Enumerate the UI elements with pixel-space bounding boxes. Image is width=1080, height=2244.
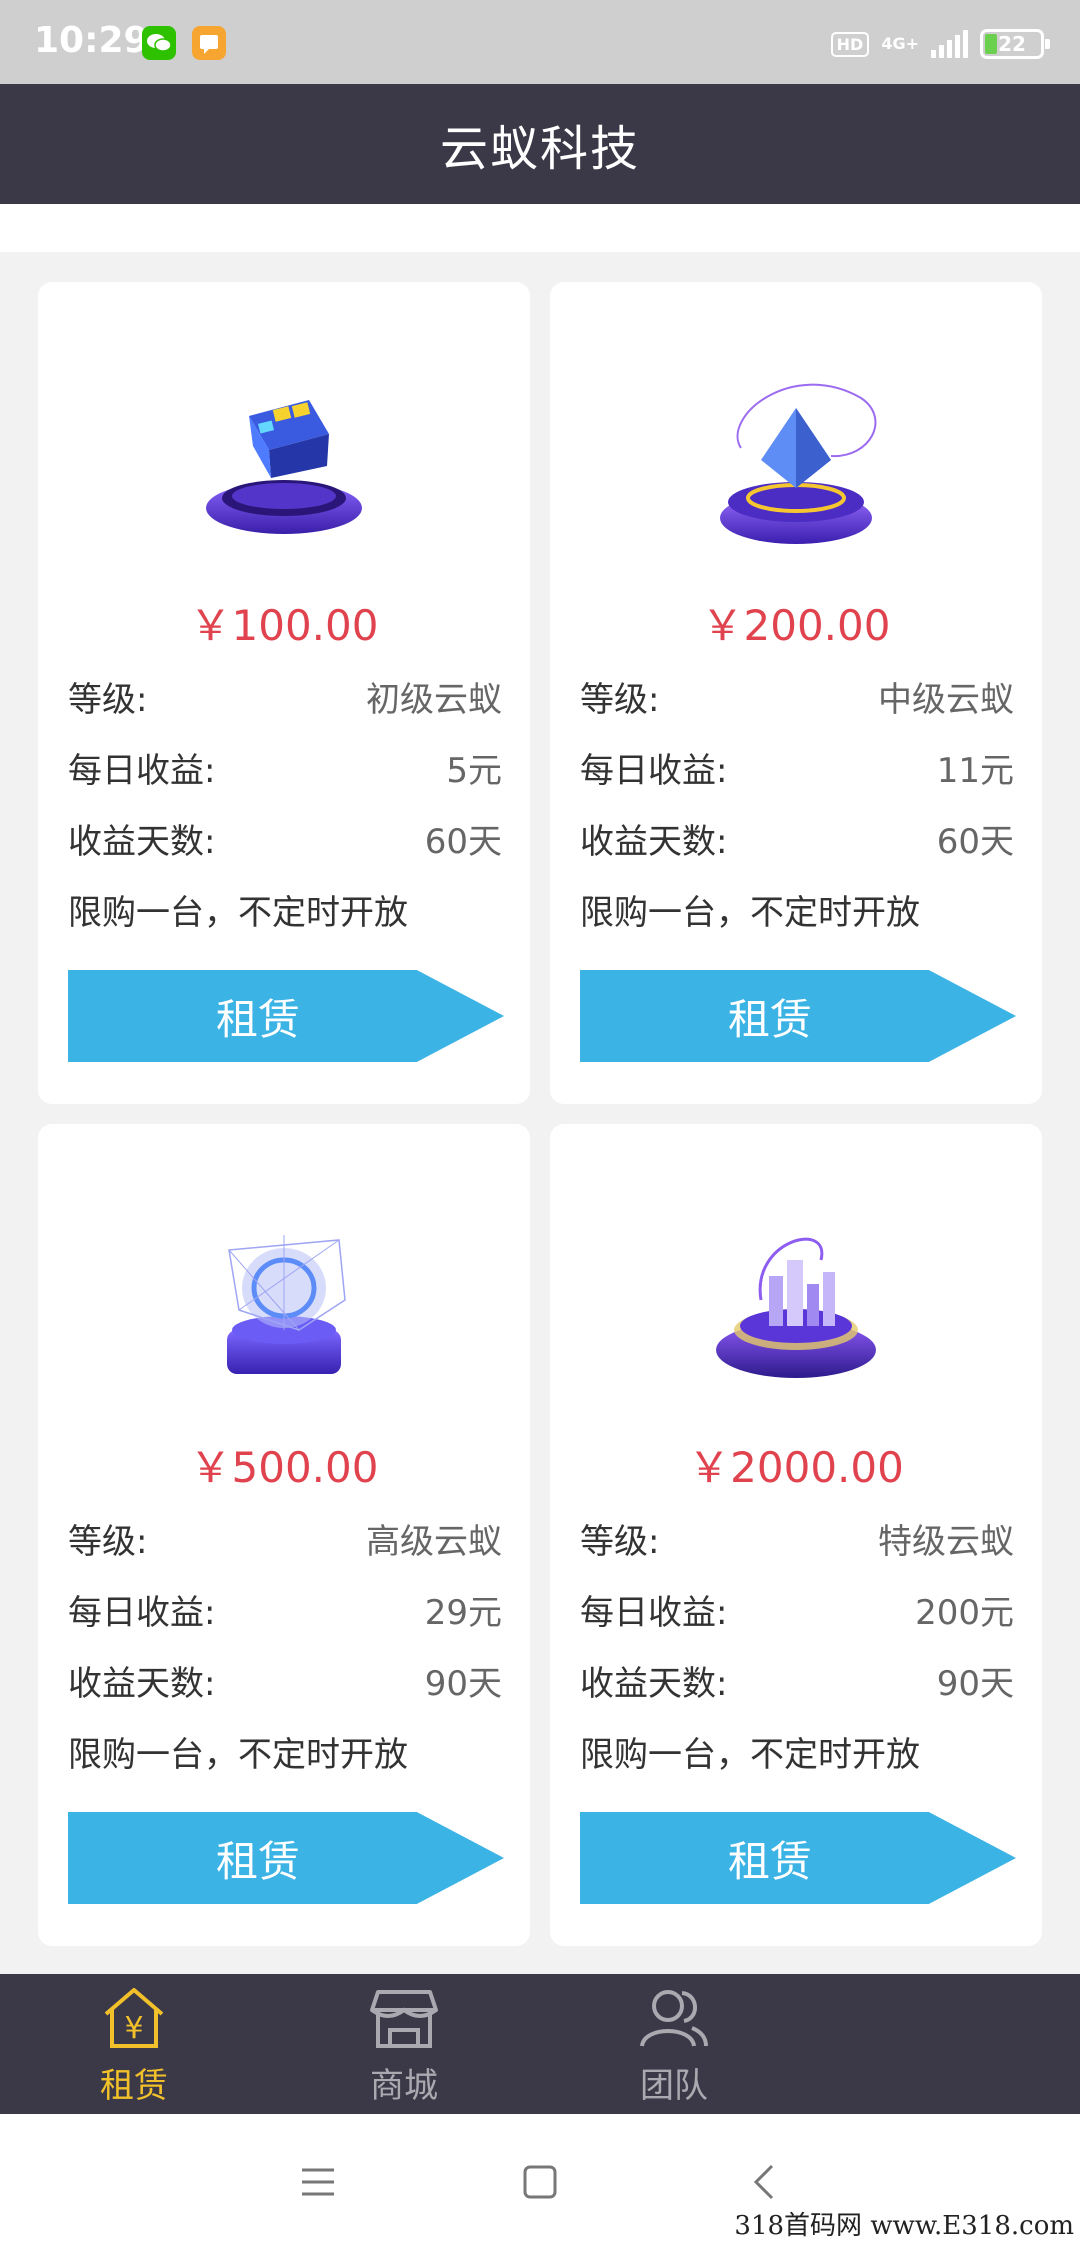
daily-income-label: 每日收益: [68,751,216,791]
purchase-limit-note: 限购一台，不定时开放 [68,1735,408,1775]
daily-income-label: 每日收益: [580,751,728,791]
level-row: 等级: 特级云蚁 [580,1514,1014,1563]
network-type: 4G+ [881,34,919,53]
hd-badge: HD [830,31,870,57]
rent-button-label: 租赁 [727,994,812,1044]
product-card: ￥500.00 等级: 高级云蚁 每日收益: 29元 收益天数: 90天 限购一… [38,1124,530,1946]
back-icon[interactable] [736,2152,796,2212]
income-days-value: 90天 [936,1664,1014,1704]
daily-income-value: 5元 [446,751,502,791]
level-value: 特级云蚁 [878,1522,1014,1562]
rent-button-label: 租赁 [215,994,300,1044]
purchase-limit-note: 限购一台，不定时开放 [580,1735,920,1775]
tab-rent-label: 租赁 [100,2066,168,2106]
level-value: 中级云蚁 [878,680,1014,720]
wechat-icon [142,26,176,60]
income-days-label: 收益天数: [580,1664,728,1704]
income-days-row: 收益天数: 60天 [68,814,502,863]
product-card: ￥2000.00 等级: 特级云蚁 每日收益: 200元 收益天数: 90天 限… [550,1124,1042,1946]
income-days-row: 收益天数: 90天 [68,1656,502,1705]
daily-income-value: 11元 [936,751,1014,791]
income-days-value: 90天 [424,1664,502,1704]
page-title: 云蚁科技 [439,121,640,177]
store-icon [370,1990,438,2048]
level-label: 等级: [580,680,660,720]
product-price: ￥200.00 [701,601,891,650]
daily-income-row: 每日收益: 11元 [580,743,1014,792]
daily-income-row: 每日收益: 29元 [68,1585,502,1634]
house-yen-icon: ¥ [104,1988,164,2048]
battery-icon: 22 [980,29,1050,59]
level-label: 等级: [68,1522,148,1562]
level-label: 等级: [68,680,148,720]
purchase-limit-note: 限购一台，不定时开放 [68,893,408,933]
app-header: 云蚁科技 [0,84,1080,204]
tab-store[interactable]: 商城 [334,1984,474,2108]
status-bar: 10:29 HD 4G+ 22 [0,0,1080,84]
daily-income-value: 29元 [424,1593,502,1633]
daily-income-row: 每日收益: 5元 [68,743,502,792]
product-card: ￥100.00 等级: 初级云蚁 每日收益: 5元 收益天数: 60天 限购一台… [38,282,530,1104]
purchase-limit-note: 限购一台，不定时开放 [580,893,920,933]
level-value: 初级云蚁 [366,680,502,720]
rent-button[interactable]: 租赁 [68,970,504,1062]
product-price: ￥2000.00 [688,1443,904,1492]
income-days-row: 收益天数: 60天 [580,814,1014,863]
rent-button[interactable]: 租赁 [580,1812,1016,1904]
status-time: 10:29 [34,20,149,61]
header-spacer [0,204,1080,252]
income-days-value: 60天 [424,822,502,862]
bottom-tab-bar: ¥ 租赁 商城 团队 [0,1974,1080,2114]
cube-platform-icon [206,400,362,534]
signal-icon [931,30,968,58]
product-price: ￥500.00 [189,1443,379,1492]
product-card: ￥200.00 等级: 中级云蚁 每日收益: 11元 收益天数: 60天 限购一… [550,282,1042,1104]
menu-icon[interactable] [288,2152,348,2212]
income-days-label: 收益天数: [68,1664,216,1704]
income-days-label: 收益天数: [68,822,216,862]
tab-team-label: 团队 [640,2066,708,2106]
message-app-icon [192,26,226,60]
level-row: 等级: 高级云蚁 [68,1514,502,1563]
income-days-value: 60天 [936,822,1014,862]
system-nav-bar: 318首码网 www.E318.com [0,2114,1080,2244]
product-price: ￥100.00 [189,601,379,650]
team-icon [640,1990,708,2047]
watermark-text: 318首码网 www.E318.com [734,2211,1074,2241]
home-square-icon[interactable] [510,2152,570,2212]
tab-store-label: 商城 [370,2066,438,2106]
rent-button-label: 租赁 [215,1836,300,1886]
daily-income-label: 每日收益: [68,1593,216,1633]
svg-text:¥: ¥ [124,2011,143,2046]
tab-team[interactable]: 团队 [604,1984,744,2108]
level-value: 高级云蚁 [366,1522,502,1562]
tab-rent[interactable]: ¥ 租赁 [64,1984,204,2108]
rent-button[interactable]: 租赁 [580,970,1016,1062]
level-label: 等级: [580,1522,660,1562]
income-days-row: 收益天数: 90天 [580,1656,1014,1705]
battery-level: 22 [998,32,1026,56]
city-platform-icon [716,1237,876,1378]
hologram-platform-icon [227,1235,346,1374]
rent-button-label: 租赁 [727,1836,812,1886]
daily-income-label: 每日收益: [580,1593,728,1633]
rent-button[interactable]: 租赁 [68,1812,504,1904]
income-days-label: 收益天数: [580,822,728,862]
daily-income-row: 每日收益: 200元 [580,1585,1014,1634]
daily-income-value: 200元 [915,1593,1014,1633]
crystal-platform-icon [720,383,877,544]
level-row: 等级: 初级云蚁 [68,672,502,721]
level-row: 等级: 中级云蚁 [580,672,1014,721]
